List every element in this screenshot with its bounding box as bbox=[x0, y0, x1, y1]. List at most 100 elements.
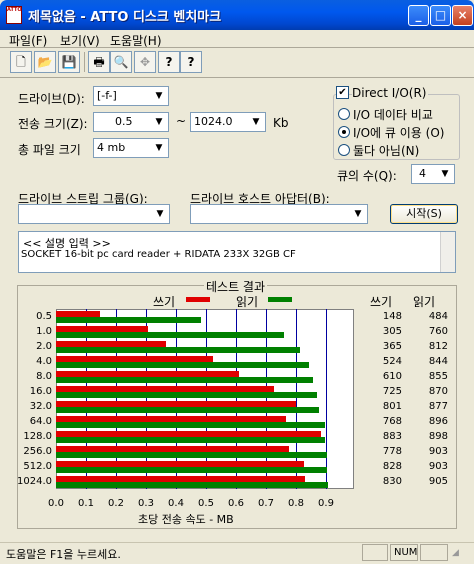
legend-read-swatch bbox=[268, 297, 292, 302]
read-bar bbox=[56, 317, 202, 323]
print-icon[interactable]: 🖶 bbox=[88, 51, 110, 73]
write-value: 801 bbox=[382, 401, 402, 412]
y-tick-label: 0.5 bbox=[36, 311, 52, 322]
status-panel-blank-1 bbox=[362, 544, 388, 561]
new-file-icon[interactable]: 🗋 bbox=[10, 51, 32, 73]
host-adapter-select[interactable]: ▼ bbox=[190, 204, 368, 224]
read-value: 905 bbox=[428, 476, 448, 487]
radio-neither[interactable] bbox=[338, 144, 350, 156]
app-icon[interactable]: ATTO bbox=[6, 6, 22, 24]
chevron-down-icon[interactable]: ▼ bbox=[437, 166, 453, 182]
write-value: 610 bbox=[382, 371, 402, 382]
radio-compare[interactable] bbox=[338, 108, 350, 120]
print-preview-icon[interactable]: 🔍 bbox=[110, 51, 132, 73]
chevron-down-icon[interactable]: ▼ bbox=[151, 140, 167, 156]
x-tick-label: 0.5 bbox=[198, 498, 214, 509]
read-bar bbox=[56, 422, 325, 428]
chevron-down-icon[interactable]: ▼ bbox=[151, 88, 167, 104]
write-value: 305 bbox=[382, 326, 402, 337]
toolbar-separator bbox=[84, 52, 85, 72]
save-icon[interactable]: 💾 bbox=[58, 51, 80, 73]
maximize-button[interactable]: □ bbox=[430, 5, 451, 26]
write-value: 524 bbox=[382, 356, 402, 367]
read-value: 844 bbox=[428, 356, 448, 367]
read-value: 870 bbox=[428, 386, 448, 397]
total-size-value: 4 mb bbox=[97, 141, 126, 154]
description-line-2: SOCKET 16-bit pc card reader + RIDATA 23… bbox=[21, 249, 296, 260]
radio-compare-label: I/O 데이타 비교 bbox=[353, 108, 433, 122]
description-scrollbar[interactable] bbox=[440, 232, 455, 272]
x-axis-label: 초당 전송 속도 - MB bbox=[138, 513, 234, 526]
legend-write-swatch bbox=[186, 297, 210, 302]
radio-neither-label: 둘다 아님(N) bbox=[353, 144, 420, 158]
queue-select[interactable]: 4 ▼ bbox=[411, 164, 455, 184]
help-icon[interactable]: ? bbox=[158, 51, 180, 73]
total-size-label: 총 파일 크기 bbox=[18, 143, 81, 157]
transfer-from-select[interactable]: 0.5 ▼ bbox=[93, 112, 169, 132]
read-value: 812 bbox=[428, 341, 448, 352]
transfer-from-value: 0.5 bbox=[115, 115, 133, 128]
y-tick-label: 2.0 bbox=[36, 341, 52, 352]
write-value: 768 bbox=[382, 416, 402, 427]
x-tick-label: 0.3 bbox=[138, 498, 154, 509]
minimize-button[interactable]: _ bbox=[408, 5, 429, 26]
column-header-read: 읽기 bbox=[413, 295, 436, 309]
gridline bbox=[326, 309, 327, 489]
read-bar bbox=[56, 332, 284, 338]
x-tick-label: 0.1 bbox=[78, 498, 94, 509]
write-value: 148 bbox=[382, 311, 402, 322]
read-bar bbox=[56, 482, 328, 488]
read-value: 898 bbox=[428, 431, 448, 442]
total-size-select[interactable]: 4 mb ▼ bbox=[93, 138, 169, 158]
transfer-unit: Kb bbox=[273, 116, 289, 130]
y-tick-label: 4.0 bbox=[36, 356, 52, 367]
y-tick-label: 1.0 bbox=[36, 326, 52, 337]
radio-queue[interactable] bbox=[338, 126, 350, 138]
drive-label: 드라이브(D): bbox=[18, 92, 85, 106]
start-button[interactable]: 시작(S) bbox=[390, 204, 458, 224]
x-tick-label: 0.7 bbox=[258, 498, 274, 509]
y-tick-label: 32.0 bbox=[29, 401, 52, 412]
chevron-down-icon[interactable]: ▼ bbox=[350, 206, 366, 222]
x-tick-label: 0.6 bbox=[228, 498, 244, 509]
x-tick-label: 0.0 bbox=[48, 498, 64, 509]
chevron-down-icon[interactable]: ▼ bbox=[248, 114, 264, 130]
toolbar-divider bbox=[0, 77, 474, 78]
direct-io-checkbox[interactable]: ✔ bbox=[336, 86, 349, 99]
move-icon[interactable]: ✥ bbox=[134, 51, 156, 73]
read-bar bbox=[56, 392, 317, 398]
read-bar bbox=[56, 452, 327, 458]
drive-select[interactable]: [-f-] ▼ bbox=[93, 86, 169, 106]
legend-read-label: 읽기 bbox=[236, 295, 259, 309]
open-folder-icon[interactable]: 📂 bbox=[34, 51, 56, 73]
column-header-write: 쓰기 bbox=[370, 295, 393, 309]
read-value: 896 bbox=[428, 416, 448, 427]
radio-queue-label: I/O에 큐 이용 (O) bbox=[353, 126, 445, 140]
close-button[interactable]: × bbox=[452, 5, 473, 26]
chevron-down-icon[interactable]: ▼ bbox=[151, 114, 167, 130]
read-value: 877 bbox=[428, 401, 448, 412]
chevron-down-icon[interactable]: ▼ bbox=[152, 206, 168, 222]
write-value: 365 bbox=[382, 341, 402, 352]
queue-label: 큐의 수(Q): bbox=[337, 169, 397, 183]
resize-grip-icon[interactable]: ◢ bbox=[452, 548, 459, 558]
x-tick-label: 0.4 bbox=[168, 498, 184, 509]
context-help-icon[interactable]: ? bbox=[180, 51, 202, 73]
transfer-to-select[interactable]: 1024.0 ▼ bbox=[190, 112, 266, 132]
read-value: 903 bbox=[428, 461, 448, 472]
read-bar bbox=[56, 347, 300, 353]
status-help-text: 도움말은 F1을 누르세요. bbox=[6, 548, 121, 561]
y-tick-label: 1024.0 bbox=[17, 476, 52, 487]
status-num: NUM bbox=[390, 544, 418, 561]
legend-write-label: 쓰기 bbox=[153, 295, 176, 309]
x-tick-label: 0.9 bbox=[318, 498, 334, 509]
read-bar bbox=[56, 362, 310, 368]
write-value: 830 bbox=[382, 476, 402, 487]
write-value: 828 bbox=[382, 461, 402, 472]
read-value: 903 bbox=[428, 446, 448, 457]
stripe-group-select[interactable]: ▼ bbox=[18, 204, 170, 224]
y-tick-label: 256.0 bbox=[23, 446, 52, 457]
y-tick-label: 8.0 bbox=[36, 371, 52, 382]
x-tick-label: 0.2 bbox=[108, 498, 124, 509]
read-value: 855 bbox=[428, 371, 448, 382]
